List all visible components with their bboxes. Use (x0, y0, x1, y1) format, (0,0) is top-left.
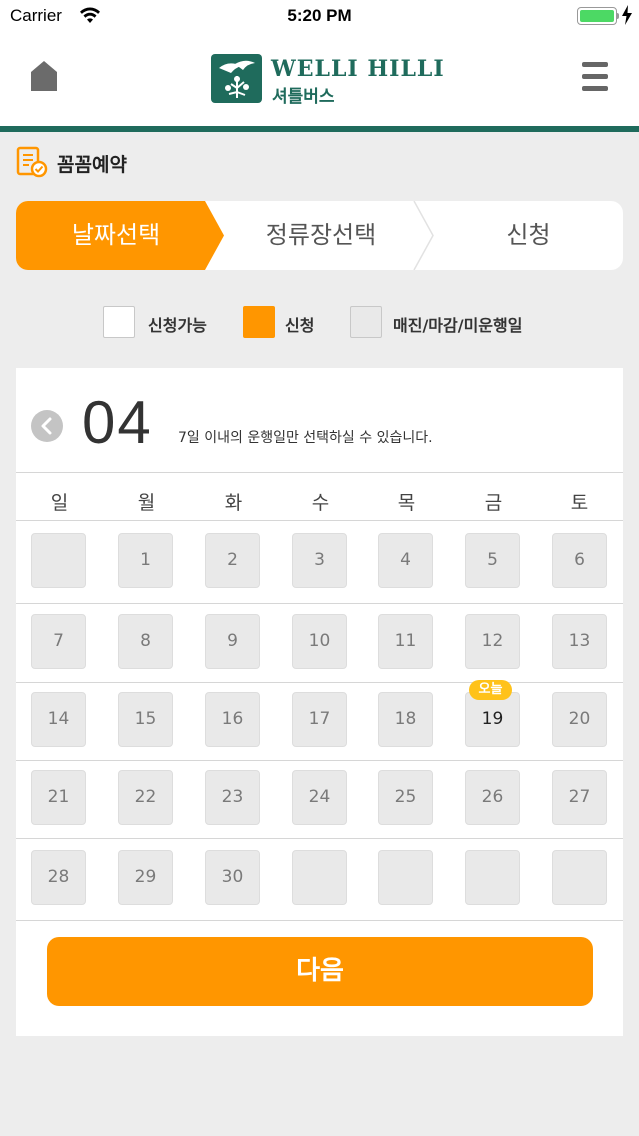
clock: 5:20 PM (287, 6, 352, 25)
charging-icon (622, 5, 632, 25)
calendar-day[interactable]: 6 (552, 533, 607, 588)
calendar-day[interactable]: 2 (205, 533, 260, 588)
calendar-day[interactable]: 16 (205, 692, 260, 747)
weekday-fri: 금 (484, 492, 503, 514)
divider (16, 603, 623, 604)
section-title: 꼼꼼예약 (57, 154, 127, 176)
calendar-day[interactable]: 23 (205, 770, 260, 825)
calendar-day[interactable]: 4 (378, 533, 433, 588)
calendar-day-empty (552, 850, 607, 905)
calendar-day-empty (378, 850, 433, 905)
calendar-day[interactable]: 1 (118, 533, 173, 588)
legend-unavailable-swatch (350, 306, 382, 338)
booking-notice: 7일 이내의 운행일만 선택하실 수 있습니다. (178, 430, 433, 446)
divider (16, 838, 623, 839)
calendar-day[interactable]: 27 (552, 770, 607, 825)
step-stop-select: 정류장선택 (265, 221, 377, 249)
step-date-select: 날짜선택 (71, 221, 161, 249)
today-badge: 오늘 (469, 680, 512, 700)
month-display: 04 (82, 389, 153, 456)
divider (16, 920, 623, 921)
calendar-day[interactable]: 10 (292, 614, 347, 669)
calendar-day[interactable]: 7 (31, 614, 86, 669)
step-progress: 날짜선택 정류장선택 신청 (16, 201, 623, 270)
calendar-day[interactable]: 29 (118, 850, 173, 905)
calendar-day[interactable]: 12 (465, 614, 520, 669)
legend-unavailable-label: 매진/마감/미운행일 (393, 316, 523, 335)
divider (16, 472, 623, 473)
divider (16, 760, 623, 761)
logo-title: WELLI HILLI (271, 56, 445, 82)
legend-selected-swatch (243, 306, 275, 338)
weekday-thu: 목 (397, 492, 416, 514)
legend-available-swatch (103, 306, 135, 338)
calendar-day-empty (292, 850, 347, 905)
logo-subtitle: 셔틀버스 (272, 87, 335, 107)
calendar-day[interactable]: 21 (31, 770, 86, 825)
calendar-day[interactable]: 15 (118, 692, 173, 747)
calendar-day[interactable]: 28 (31, 850, 86, 905)
previous-month-button[interactable] (31, 410, 63, 442)
calendar-day-empty (31, 533, 86, 588)
calendar-day[interactable]: 18 (378, 692, 433, 747)
chevron-left-icon (41, 417, 52, 435)
calendar-day-empty (465, 850, 520, 905)
weekday-sun: 일 (50, 492, 69, 514)
calendar-day[interactable]: 26 (465, 770, 520, 825)
calendar-day-today[interactable]: 오늘 19 (465, 680, 520, 747)
divider (16, 682, 623, 683)
brand-logo[interactable]: WELLI HILLI 셔틀버스 (211, 54, 444, 107)
calendar-day[interactable]: 22 (118, 770, 173, 825)
app-header: WELLI HILLI 셔틀버스 (0, 34, 639, 126)
divider (16, 520, 623, 521)
logo-mark-icon (211, 54, 262, 103)
calendar-day[interactable]: 25 (378, 770, 433, 825)
calendar-day[interactable]: 11 (378, 614, 433, 669)
calendar-day-number: 19 (481, 709, 504, 729)
calendar-day[interactable]: 14 (31, 692, 86, 747)
battery-icon (577, 7, 617, 25)
home-icon[interactable] (30, 60, 58, 92)
weekday-tue: 화 (224, 492, 243, 514)
step-apply: 신청 (506, 221, 551, 249)
weekday-sat: 토 (570, 492, 589, 514)
hamburger-menu-icon[interactable] (582, 62, 608, 92)
calendar-day[interactable]: 3 (292, 533, 347, 588)
calendar-day[interactable]: 13 (552, 614, 607, 669)
calendar-day[interactable]: 20 (552, 692, 607, 747)
reservation-document-icon (16, 146, 48, 178)
calendar-day[interactable]: 5 (465, 533, 520, 588)
calendar-day[interactable]: 17 (292, 692, 347, 747)
calendar-day[interactable]: 24 (292, 770, 347, 825)
legend-available-label: 신청가능 (148, 316, 207, 335)
calendar-day[interactable]: 30 (205, 850, 260, 905)
next-button[interactable]: 다음 (47, 937, 593, 1006)
calendar-day[interactable]: 8 (118, 614, 173, 669)
legend-selected-label: 신청 (285, 316, 315, 335)
calendar-day[interactable]: 9 (205, 614, 260, 669)
calendar: 04 7일 이내의 운행일만 선택하실 수 있습니다. 일 월 화 수 목 금 … (16, 368, 623, 1036)
status-bar: Carrier 5:20 PM (0, 0, 639, 34)
header-divider (0, 126, 639, 132)
battery-tip (616, 13, 619, 19)
weekday-wed: 수 (311, 492, 330, 514)
weekday-mon: 월 (137, 492, 156, 514)
